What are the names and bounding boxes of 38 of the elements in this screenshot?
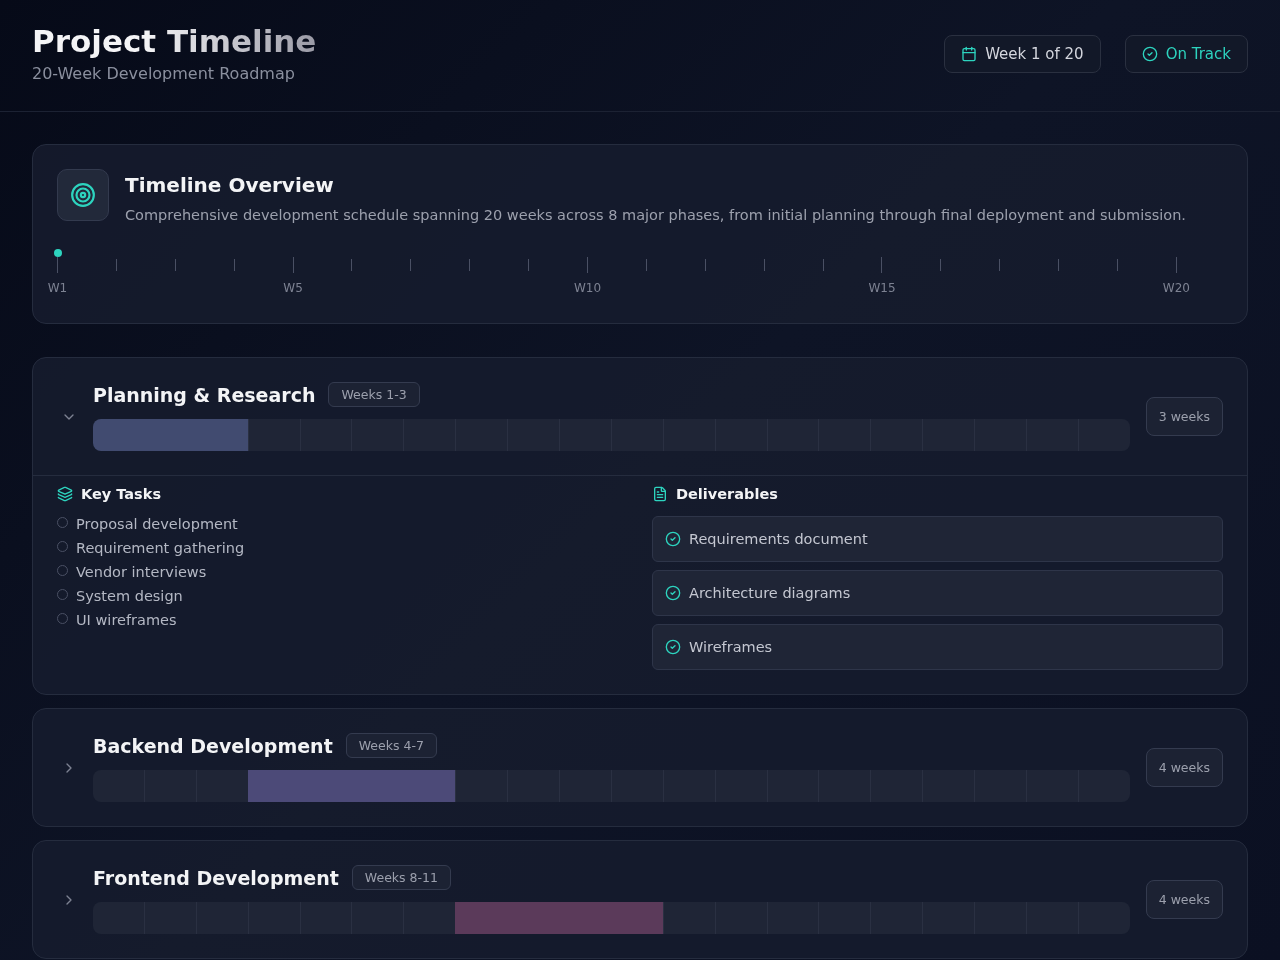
task-text: Proposal development (76, 516, 238, 532)
target-icon (57, 169, 109, 221)
week-text: Week 1 of 20 (985, 44, 1084, 63)
weeks-tag: Weeks 1-3 (328, 382, 420, 407)
week-tick (57, 257, 58, 273)
deliverable-text: Requirements document (689, 531, 868, 547)
weeks-tag: Weeks 4-7 (345, 733, 437, 758)
task-text: Vendor interviews (76, 564, 207, 580)
duration-tag: 3 weeks (1145, 397, 1223, 436)
check-circle-icon (665, 585, 681, 601)
status-text: On Track (1165, 44, 1231, 63)
page-subtitle: 20-Week Development Roadmap (32, 64, 296, 84)
week-label: W15 (868, 281, 896, 295)
check-circle-icon (1141, 45, 1158, 62)
phase-title: Frontend Development (93, 866, 339, 889)
document-icon (652, 486, 668, 502)
weeks-tag: Weeks 8-11 (351, 865, 451, 890)
task-text: System design (76, 588, 183, 604)
week-label: W10 (573, 281, 602, 295)
section-title: Key Tasks (81, 486, 162, 502)
layers-icon (57, 486, 73, 502)
deliverable-text: Architecture diagrams (689, 585, 851, 601)
duration-tag: 4 weeks (1145, 748, 1223, 787)
calendar-icon (961, 45, 978, 62)
check-circle-icon (665, 531, 681, 547)
overview-description: Comprehensive development schedule spanning 20 weeks across 8 major phases, from initial planning through final deployment and submission. (125, 207, 1186, 223)
check-circle-icon (665, 639, 681, 655)
week-label: W5 (283, 281, 303, 295)
duration-tag: 4 weeks (1145, 880, 1223, 919)
task-text: UI wireframes (76, 612, 177, 628)
deliverable-text: Wireframes (689, 639, 773, 655)
phase-title: Planning & Research (93, 383, 316, 406)
section-title: Deliverables (676, 486, 778, 502)
week-label: W1 (47, 281, 68, 295)
week-label: W20 (1162, 281, 1190, 295)
phase-title: Backend Development (93, 734, 333, 757)
task-text: Requirement gathering (76, 540, 245, 556)
overview-title: Timeline Overview (125, 173, 335, 197)
